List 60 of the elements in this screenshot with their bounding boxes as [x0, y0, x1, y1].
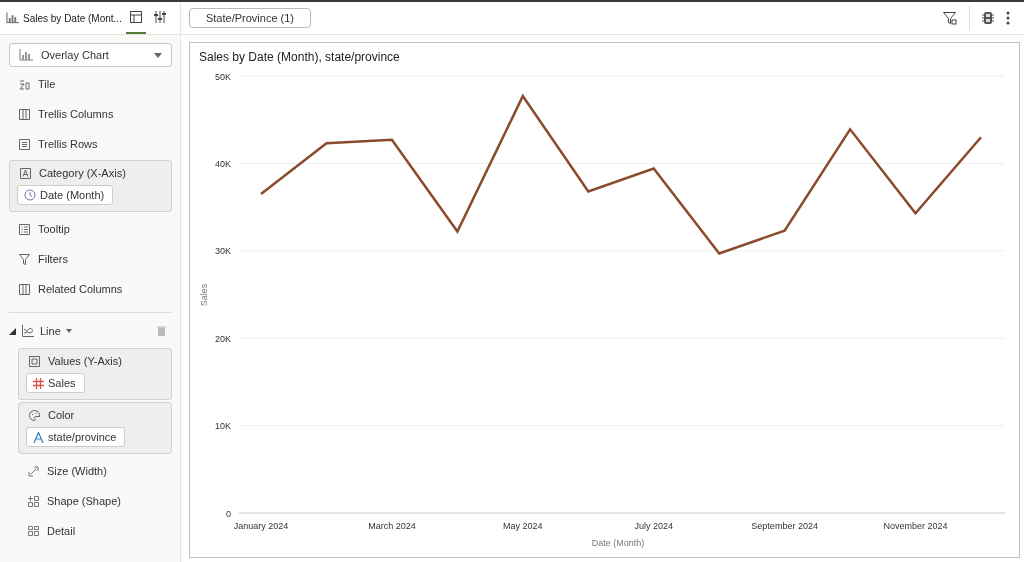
column-chip[interactable]: Date (Month) — [17, 185, 114, 205]
list-icon — [19, 223, 30, 235]
y-axis-title: Sales — [199, 283, 209, 307]
drop-target-label: Category (X-Axis) — [39, 167, 126, 179]
drop-target-label[interactable]: Size (Width) — [47, 465, 107, 477]
drop-target-label: Values (Y-Axis) — [48, 355, 122, 367]
caret-icon — [154, 52, 162, 58]
bar-chart-icon — [19, 49, 33, 61]
grid-icon — [29, 355, 40, 367]
detail-icon — [28, 525, 39, 537]
y-tick-label: 50K — [215, 71, 231, 82]
drop-target-label[interactable]: Trellis Columns — [38, 108, 114, 120]
filter-icon — [19, 253, 30, 265]
drop-target-label[interactable]: Tile — [38, 78, 56, 90]
columns-icon — [19, 283, 30, 295]
drop-target-label[interactable]: Detail — [47, 525, 76, 537]
drop-target-label: Color — [48, 409, 75, 421]
y-tick-label: 30K — [215, 246, 231, 257]
chart-icon — [6, 12, 19, 24]
drop-target-label[interactable]: Tooltip — [38, 223, 70, 235]
y-tick-label: 10K — [215, 421, 231, 432]
more-icon[interactable] — [1006, 11, 1010, 25]
filter-icon[interactable] — [943, 11, 957, 25]
hash-icon — [33, 377, 44, 389]
x-tick-label: July 2024 — [634, 521, 673, 531]
caret-icon — [65, 329, 72, 333]
filter-chip[interactable]: State/Province (1) — [189, 8, 311, 28]
layer-type-dropdown[interactable]: Line — [40, 325, 72, 337]
chart-type-select[interactable]: Overlay Chart — [9, 43, 172, 67]
x-tick-label: November 2024 — [883, 521, 948, 531]
x-tick-label: September 2024 — [751, 521, 818, 531]
letter-icon — [33, 431, 44, 443]
viz-title: Sales by Date (Mont... — [23, 12, 122, 24]
x-tick-label: March 2024 — [368, 521, 416, 531]
y-tick-label: 20K — [215, 333, 231, 344]
clock-icon — [24, 189, 36, 201]
drop-target-label[interactable]: Shape (Shape) — [47, 495, 121, 507]
y-tick-label: 40K — [215, 158, 231, 169]
chart-title: Sales by Date (Month), state/province — [198, 49, 401, 66]
columns-icon — [19, 108, 30, 120]
collapse-toggle[interactable] — [9, 327, 16, 335]
layout-icon — [129, 11, 142, 23]
rows-icon — [19, 138, 30, 150]
x-tick-label: May 2024 — [503, 521, 543, 531]
column-chip[interactable]: state/province — [26, 427, 126, 447]
tile-icon — [19, 78, 30, 90]
line-chart-icon — [22, 325, 34, 337]
palette-icon — [29, 409, 40, 421]
drop-target-label[interactable]: Trellis Rows — [38, 138, 98, 150]
column-chip[interactable]: Sales — [26, 373, 85, 393]
sliders-icon — [153, 11, 166, 23]
x-axis-title: Date (Month) — [591, 538, 645, 548]
x-tick-label: January 2024 — [233, 521, 289, 531]
y-tick-label: 0 — [226, 508, 231, 519]
chip-icon[interactable] — [982, 11, 994, 25]
drop-target-label[interactable]: Filters — [38, 253, 68, 265]
drop-target-label[interactable]: Related Columns — [38, 283, 123, 295]
letter-icon — [20, 167, 31, 179]
shapes-icon — [28, 495, 39, 507]
resize-icon — [28, 465, 39, 477]
